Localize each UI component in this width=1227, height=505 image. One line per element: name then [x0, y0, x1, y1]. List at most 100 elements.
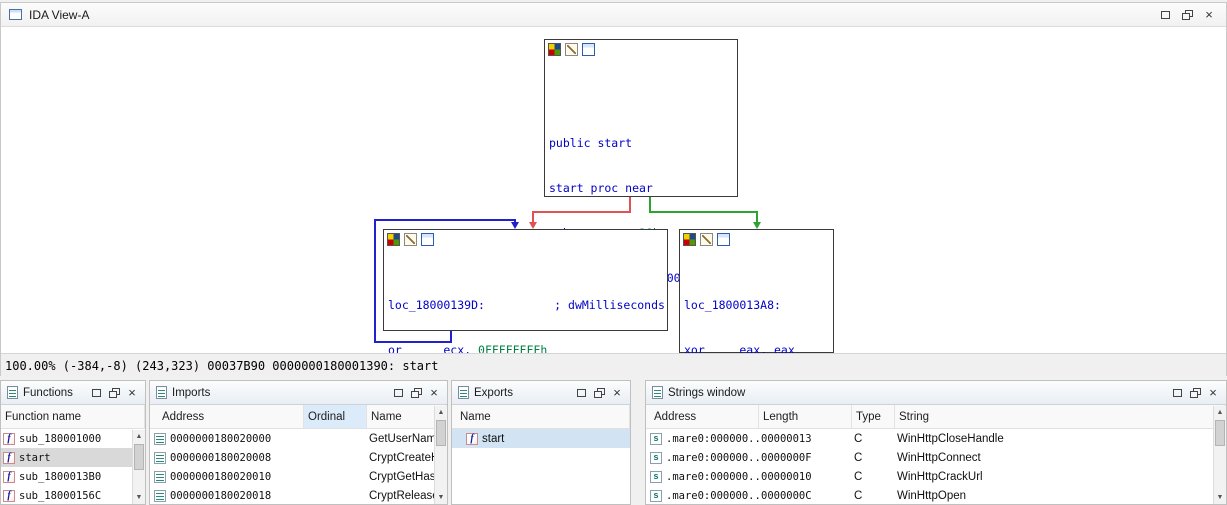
asm-label: loc_18000139D: [388, 298, 485, 312]
maximize-button[interactable] [1154, 6, 1176, 24]
maximize-button[interactable] [572, 385, 590, 401]
column-header-address[interactable]: Address [150, 405, 304, 428]
export-row-selected[interactable]: f start [452, 429, 630, 448]
string-type: C [854, 433, 862, 445]
exports-panel-titlebar[interactable]: Exports × [452, 381, 630, 405]
column-header-address[interactable]: Address [646, 405, 759, 428]
graph-node-start[interactable]: public start start proc near sub rsp, 28… [544, 39, 738, 197]
scrollbar-thumb[interactable] [134, 444, 144, 470]
vertical-scrollbar[interactable]: ▲ ▼ [1213, 406, 1226, 504]
graph-node-exit[interactable]: loc_1800013A8: xor eax, eax add rsp, 28h… [679, 229, 834, 353]
asm-line[interactable]: xor eax, eax [684, 343, 831, 353]
close-button[interactable]: × [608, 385, 626, 401]
string-row[interactable]: s.mare0:000000... 00000010 C WinHttpCrac… [646, 467, 1226, 486]
function-row[interactable]: f sub_18000156C [1, 486, 145, 505]
restore-icon [1190, 388, 1200, 397]
scroll-down-icon[interactable]: ▼ [133, 491, 145, 504]
restore-button[interactable] [105, 385, 123, 401]
import-row[interactable]: 0000000180020018 CryptRelease [150, 486, 447, 505]
maximize-button[interactable] [1168, 385, 1186, 401]
import-address: 0000000180020000 [170, 433, 271, 445]
string-address: .mare0:000000... [666, 471, 759, 483]
close-button[interactable]: × [1204, 385, 1222, 401]
node-color-icon[interactable] [387, 233, 400, 246]
exports-list: f start [452, 429, 630, 448]
close-button[interactable]: × [1198, 6, 1220, 24]
column-header-ordinal[interactable]: Ordinal [304, 405, 367, 428]
column-header-name[interactable]: Name [452, 405, 630, 428]
asm-text: xor eax, eax [684, 343, 795, 353]
node-group-icon[interactable] [717, 233, 730, 246]
node-toolbar [545, 40, 737, 58]
column-header-type[interactable]: Type [852, 405, 895, 428]
column-header-length[interactable]: Length [759, 405, 852, 428]
import-icon [154, 452, 166, 464]
asm-line[interactable]: loc_1800013A8: [684, 298, 831, 313]
restore-icon [411, 388, 421, 397]
imports-panel-titlebar[interactable]: Imports × [150, 381, 447, 405]
scroll-up-icon[interactable]: ▲ [1214, 406, 1226, 419]
graph-node-loop[interactable]: loc_18000139D: ; dwMilliseconds or ecx, … [383, 229, 668, 331]
asm-line[interactable]: public start [549, 136, 735, 151]
function-row-selected[interactable]: f start [1, 448, 145, 467]
maximize-button[interactable] [87, 385, 105, 401]
scroll-up-icon[interactable]: ▲ [435, 406, 447, 419]
scroll-down-icon[interactable]: ▼ [1214, 491, 1226, 504]
close-icon: × [430, 387, 438, 399]
scrollbar-thumb[interactable] [1215, 420, 1225, 446]
asm-line[interactable]: start proc near [549, 181, 735, 196]
vertical-scrollbar[interactable]: ▲ ▼ [132, 430, 145, 504]
function-row[interactable]: f sub_180001000 [1, 429, 145, 448]
panel-title: Functions [23, 387, 73, 399]
strings-panel-titlebar[interactable]: Strings window × [646, 381, 1226, 405]
strings-header-row: Address Length Type String [646, 405, 1226, 429]
node-edit-icon[interactable] [404, 233, 417, 246]
node-group-icon[interactable] [421, 233, 434, 246]
node-color-icon[interactable] [683, 233, 696, 246]
string-glyph: s [653, 453, 658, 462]
import-row[interactable]: 0000000180020008 CryptCreateH [150, 448, 447, 467]
vertical-scrollbar[interactable]: ▲ ▼ [434, 406, 447, 504]
string-row[interactable]: s.mare0:000000... 0000000C C WinHttpOpen [646, 486, 1226, 505]
window-buttons: × [87, 385, 141, 401]
string-icon: s [650, 490, 662, 502]
function-name: sub_1800013B0 [19, 471, 101, 483]
maximize-button[interactable] [389, 385, 407, 401]
function-row[interactable]: f sub_1800013B0 [1, 467, 145, 486]
restore-button[interactable] [1176, 6, 1198, 24]
string-row[interactable]: s.mare0:000000... 0000000F C WinHttpConn… [646, 448, 1226, 467]
import-row[interactable]: 0000000180020010 CryptGetHas [150, 467, 447, 486]
restore-button[interactable] [590, 385, 608, 401]
string-value: WinHttpConnect [897, 452, 981, 464]
node-toolbar [384, 230, 667, 248]
import-row[interactable]: 0000000180020000 GetUserNam [150, 429, 447, 448]
restore-button[interactable] [1186, 385, 1204, 401]
restore-button[interactable] [407, 385, 425, 401]
close-button[interactable]: × [123, 385, 141, 401]
scroll-up-icon[interactable]: ▲ [133, 430, 145, 443]
ida-view-titlebar[interactable]: IDA View-A × [1, 3, 1226, 27]
column-header-string[interactable]: String [895, 405, 1226, 428]
graph-view-canvas[interactable]: public start start proc near sub rsp, 28… [1, 27, 1226, 353]
node-edit-icon[interactable] [700, 233, 713, 246]
graph-status-bar: 100.00% (-384,-8) (243,323) 00037B90 000… [1, 353, 1226, 377]
functions-list: f sub_180001000 f start f sub_1800013B0 … [1, 429, 145, 505]
string-row[interactable]: s.mare0:000000... 00000013 C WinHttpClos… [646, 429, 1226, 448]
scrollbar-thumb[interactable] [436, 420, 446, 446]
asm-line[interactable]: loc_18000139D: ; dwMilliseconds [388, 298, 665, 313]
function-glyph: f [7, 472, 10, 482]
ida-view-window: IDA View-A × [0, 2, 1227, 376]
functions-panel-titlebar[interactable]: Functions × [1, 381, 145, 405]
node-group-icon[interactable] [582, 43, 595, 56]
string-type: C [854, 490, 862, 502]
scroll-down-icon[interactable]: ▼ [435, 491, 447, 504]
asm-line[interactable]: or ecx, 0FFFFFFFFh [388, 343, 665, 353]
string-address: .mare0:000000... [666, 433, 759, 445]
column-header-function-name[interactable]: Function name [1, 405, 145, 428]
string-length: 00000013 [761, 433, 812, 445]
string-length: 0000000C [761, 490, 812, 502]
node-color-icon[interactable] [548, 43, 561, 56]
close-button[interactable]: × [425, 385, 443, 401]
node-edit-icon[interactable] [565, 43, 578, 56]
import-address: 0000000180020008 [170, 452, 271, 464]
